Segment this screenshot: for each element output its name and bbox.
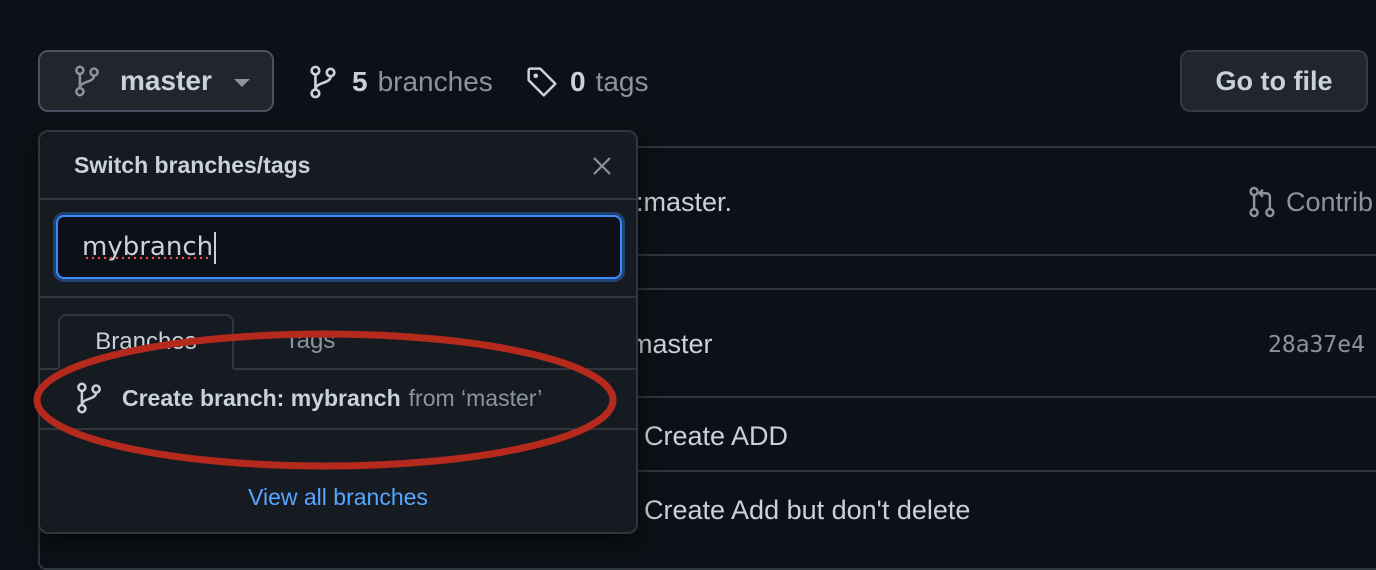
branches-label: branches [377,66,493,97]
text-cursor [214,232,216,264]
contribute-button[interactable]: Contrib [1248,186,1373,218]
commit-message[interactable]: Create ADD [644,421,788,452]
branch-select-button[interactable]: master [38,50,274,112]
branches-count: 5 [352,66,368,97]
view-all-branches-link[interactable]: View all branches [40,484,636,511]
git-branch-icon [308,65,338,99]
commit-compare-text: :master. [636,187,733,217]
close-icon[interactable] [588,152,616,180]
tag-icon [526,65,557,99]
latest-commit-text: master [630,329,713,359]
branch-switcher-dropdown: Switch branches/tags Branches Tags Creat… [38,130,638,534]
filter-area [40,200,636,298]
tab-branches[interactable]: Branches [58,314,234,370]
dropdown-tabs: Branches Tags [40,298,636,370]
dropdown-header: Switch branches/tags [40,132,636,200]
tags-link[interactable]: 0 tags [526,62,649,102]
spellcheck-underline [84,256,212,260]
git-branch-icon [74,65,100,97]
create-branch-label: Create branch: mybranch [122,384,401,411]
git-pull-request-icon [1248,186,1276,218]
current-branch-label: master [120,65,212,96]
branch-filter-input[interactable] [56,215,622,279]
create-branch-item[interactable]: Create branch: mybranch from ‘master’ [40,368,636,430]
git-branch-icon [76,382,102,414]
create-branch-source: from ‘master’ [408,384,543,411]
branches-link[interactable]: 5 branches [308,62,493,102]
chevron-down-icon [233,79,250,87]
commit-message[interactable]: Create Add but don't delete [644,495,970,526]
dropdown-title: Switch branches/tags [74,152,311,178]
tab-tags[interactable]: Tags [250,314,370,368]
commit-hash[interactable]: 28a37e4 [1268,332,1365,358]
tags-count: 0 [570,66,586,97]
contribute-label: Contrib [1286,186,1374,217]
tags-label: tags [595,66,649,97]
go-to-file-button[interactable]: Go to file [1180,50,1368,112]
